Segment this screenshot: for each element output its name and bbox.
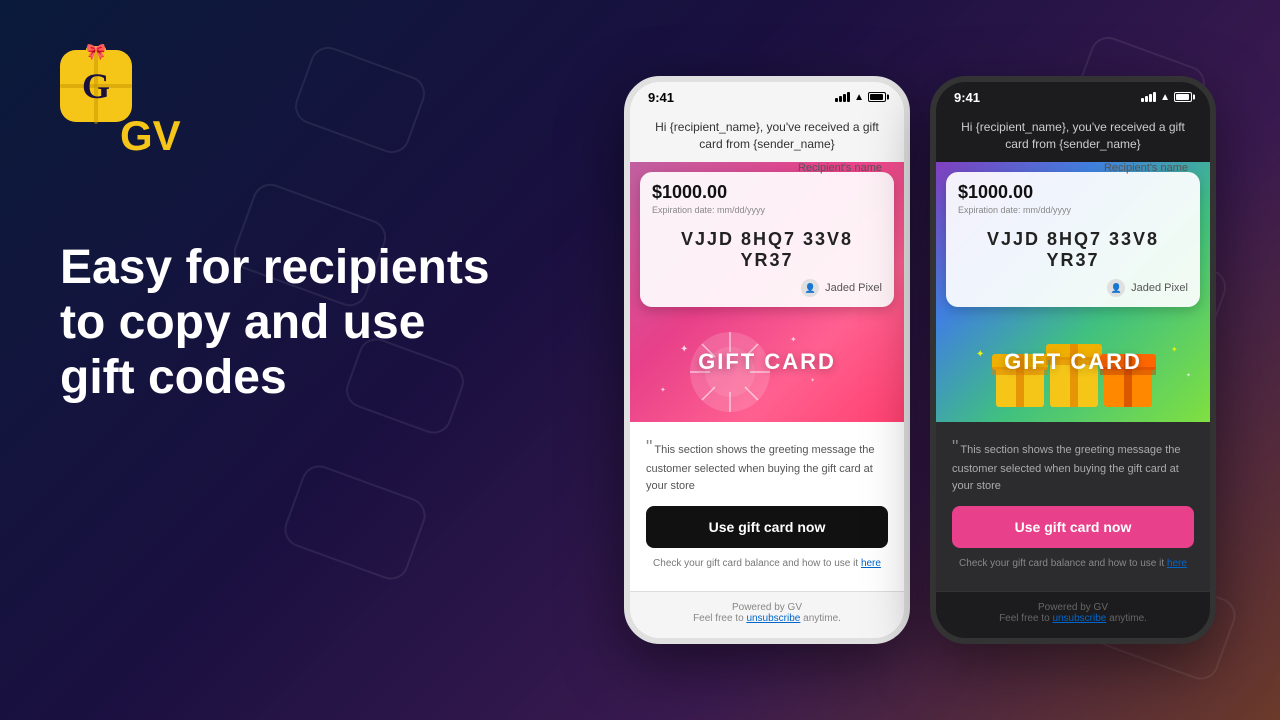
email-footer-light: Powered by GV Feel free to unsubscribe a… xyxy=(630,592,904,638)
gift-bottom-dark: ✦ ✦ ✦ GIFT CARD xyxy=(936,302,1210,422)
gift-card-label-light: GIFT CARD xyxy=(698,349,836,375)
svg-text:✦: ✦ xyxy=(1171,345,1178,354)
footer-unsub-light: Feel free to unsubscribe anytime. xyxy=(646,613,888,624)
phone-dark-mockup: 9:41 ▲ Hi {recipient_name}, you've recei… xyxy=(930,76,1216,645)
card-amount-dark: $1000.00 xyxy=(958,182,1033,202)
card-recipient-light: Recipient's name xyxy=(798,162,882,174)
card-overlay-light: $1000.00 Recipient's name Expiration dat… xyxy=(640,172,894,307)
svg-text:✦: ✦ xyxy=(790,335,797,344)
gift-card-image-dark: $1000.00 Recipient's name Expiration dat… xyxy=(936,162,1210,422)
email-header-light: Hi {recipient_name}, you've received a g… xyxy=(630,109,904,163)
time-light: 9:41 xyxy=(648,90,674,105)
footer-powered-dark: Powered by GV xyxy=(952,602,1194,613)
tagline-line3: gift codes xyxy=(60,351,287,404)
card-recipient-dark: Recipient's name xyxy=(1104,162,1188,174)
footer-unsub-dark: Feel free to unsubscribe anytime. xyxy=(952,613,1194,624)
email-header-text-dark: Hi {recipient_name}, you've received a g… xyxy=(961,120,1185,151)
user-name-dark: Jaded Pixel xyxy=(1131,282,1188,294)
phone-light-inner: 9:41 ▲ Hi {recipient_name}, you've recei… xyxy=(630,82,904,639)
balance-link-dark[interactable]: here xyxy=(1167,558,1187,569)
unsubscribe-link-light[interactable]: unsubscribe xyxy=(746,613,800,624)
balance-text-light: Check your gift card balance and how to … xyxy=(646,558,888,569)
logo-letter: G xyxy=(82,65,110,107)
email-footer-dark: Powered by GV Feel free to unsubscribe a… xyxy=(936,592,1210,638)
footer-powered-light: Powered by GV xyxy=(646,602,888,613)
status-icons-dark: ▲ xyxy=(1141,92,1192,103)
card-expiry-light: Expiration date: mm/dd/yyyy xyxy=(652,205,882,215)
time-dark: 9:41 xyxy=(954,90,980,105)
user-avatar-light: 👤 xyxy=(801,279,819,297)
tagline-line2: to copy and use xyxy=(60,296,425,349)
greeting-message-light: "This section shows the greeting message… xyxy=(646,434,888,494)
bg-shape xyxy=(279,460,430,584)
card-code-light: VJJD 8HQ7 33V8 YR37 xyxy=(652,229,882,271)
greeting-text-light: This section shows the greeting message … xyxy=(646,444,875,492)
phones-container: 9:41 ▲ Hi {recipient_name}, you've recei… xyxy=(560,0,1280,720)
svg-text:✦: ✦ xyxy=(660,386,666,394)
battery-icon xyxy=(868,92,886,102)
card-user-dark: 👤 Jaded Pixel xyxy=(958,279,1188,297)
phone-light-mockup: 9:41 ▲ Hi {recipient_name}, you've recei… xyxy=(624,76,910,645)
svg-text:✦: ✦ xyxy=(976,349,984,360)
balance-link-light[interactable]: here xyxy=(861,558,881,569)
tagline: Easy for recipients to copy and use gift… xyxy=(60,240,520,406)
use-gift-card-button-light[interactable]: Use gift card now xyxy=(646,506,888,548)
battery-icon-dark xyxy=(1174,92,1192,102)
email-header-dark: Hi {recipient_name}, you've received a g… xyxy=(936,109,1210,163)
signal-icon xyxy=(835,92,850,102)
email-header-text-light: Hi {recipient_name}, you've received a g… xyxy=(655,120,879,151)
wifi-icon-dark: ▲ xyxy=(1160,92,1170,103)
greeting-text-dark: This section shows the greeting message … xyxy=(952,444,1181,492)
gift-card-image-light: $1000.00 Recipient's name Expiration dat… xyxy=(630,162,904,422)
balance-text-dark: Check your gift card balance and how to … xyxy=(952,558,1194,569)
user-avatar-dark: 👤 xyxy=(1107,279,1125,297)
card-amount-light: $1000.00 xyxy=(652,182,727,202)
svg-text:✦: ✦ xyxy=(810,377,815,384)
wifi-icon: ▲ xyxy=(854,92,864,103)
svg-text:✦: ✦ xyxy=(680,344,688,355)
balance-label-light: Check your gift card balance and how to … xyxy=(653,558,858,569)
gift-bottom-light: ✦ ✦ ✦ ✦ GIFT CARD xyxy=(630,302,904,422)
user-name-light: Jaded Pixel xyxy=(825,282,882,294)
balance-label-dark: Check your gift card balance and how to … xyxy=(959,558,1164,569)
phone-dark-inner: 9:41 ▲ Hi {recipient_name}, you've recei… xyxy=(936,82,1210,639)
logo-text: GV xyxy=(120,112,181,160)
quote-mark-light: " xyxy=(646,437,652,457)
unsubscribe-link-dark[interactable]: unsubscribe xyxy=(1052,613,1106,624)
status-icons-light: ▲ xyxy=(835,92,886,103)
svg-text:✦: ✦ xyxy=(1186,372,1191,379)
tagline-line1: Easy for recipients xyxy=(60,241,490,294)
status-bar-dark: 9:41 ▲ xyxy=(936,82,1210,109)
signal-icon-dark xyxy=(1141,92,1156,102)
greeting-message-dark: "This section shows the greeting message… xyxy=(952,434,1194,494)
status-bar-light: 9:41 ▲ xyxy=(630,82,904,109)
email-body-dark: "This section shows the greeting message… xyxy=(936,422,1210,591)
use-gift-card-button-dark[interactable]: Use gift card now xyxy=(952,506,1194,548)
quote-mark-dark: " xyxy=(952,437,958,457)
bg-shape xyxy=(290,42,430,158)
card-code-dark: VJJD 8HQ7 33V8 YR37 xyxy=(958,229,1188,271)
card-overlay-dark: $1000.00 Recipient's name Expiration dat… xyxy=(946,172,1200,307)
card-user-light: 👤 Jaded Pixel xyxy=(652,279,882,297)
logo-bow: 🎀 xyxy=(86,42,106,62)
gift-card-label-dark: GIFT CARD xyxy=(1004,349,1142,375)
card-expiry-dark: Expiration date: mm/dd/yyyy xyxy=(958,205,1188,215)
email-body-light: "This section shows the greeting message… xyxy=(630,422,904,591)
